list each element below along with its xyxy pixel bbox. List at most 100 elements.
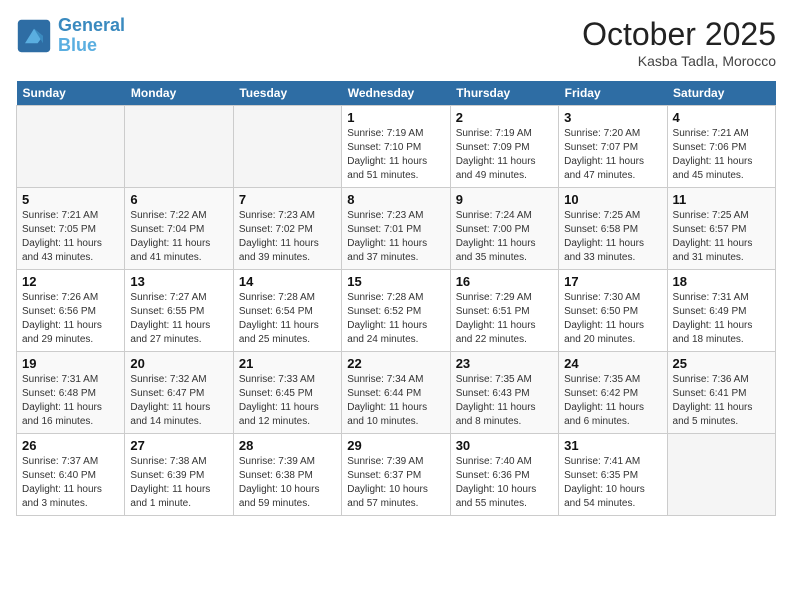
calendar-cell: 16 Sunrise: 7:29 AMSunset: 6:51 PMDayligh… xyxy=(450,270,558,352)
day-number: 13 xyxy=(130,274,227,289)
day-info: Sunrise: 7:29 AMSunset: 6:51 PMDaylight:… xyxy=(456,291,553,347)
calendar-cell xyxy=(125,106,233,188)
day-info: Sunrise: 7:19 AMSunset: 7:10 PMDaylight:… xyxy=(347,127,444,183)
calendar-cell: 1 Sunrise: 7:19 AMSunset: 7:10 PMDaylight… xyxy=(342,106,450,188)
calendar-cell: 31 Sunrise: 7:41 AMSunset: 6:35 PMDayligh… xyxy=(559,434,667,516)
calendar-cell: 26Sunrise: 7:37 AMSunset: 6:40 PMDayligh… xyxy=(17,434,125,516)
calendar-cell: 13 Sunrise: 7:27 AMSunset: 6:55 PMDayligh… xyxy=(125,270,233,352)
day-number: 31 xyxy=(564,438,661,453)
calendar-cell: 23 Sunrise: 7:35 AMSunset: 6:43 PMDayligh… xyxy=(450,352,558,434)
week-row-5: 26Sunrise: 7:37 AMSunset: 6:40 PMDayligh… xyxy=(17,434,776,516)
calendar-cell: 19Sunrise: 7:31 AMSunset: 6:48 PMDayligh… xyxy=(17,352,125,434)
day-number: 1 xyxy=(347,110,444,125)
day-info: Sunrise: 7:31 AMSunset: 6:49 PMDaylight:… xyxy=(673,291,770,347)
day-number: 27 xyxy=(130,438,227,453)
day-number: 20 xyxy=(130,356,227,371)
day-number: 21 xyxy=(239,356,336,371)
day-number: 5 xyxy=(22,192,119,207)
day-info: Sunrise: 7:35 AMSunset: 6:42 PMDaylight:… xyxy=(564,373,661,429)
day-info: Sunrise: 7:41 AMSunset: 6:35 PMDaylight:… xyxy=(564,455,661,511)
day-info: Sunrise: 7:36 AMSunset: 6:41 PMDaylight:… xyxy=(673,373,770,429)
calendar-cell xyxy=(233,106,341,188)
calendar-cell: 29 Sunrise: 7:39 AMSunset: 6:37 PMDayligh… xyxy=(342,434,450,516)
week-row-3: 12 Sunrise: 7:26 AMSunset: 6:56 PMDayligh… xyxy=(17,270,776,352)
calendar-cell: 14 Sunrise: 7:28 AMSunset: 6:54 PMDayligh… xyxy=(233,270,341,352)
day-number: 18 xyxy=(673,274,770,289)
day-number: 24 xyxy=(564,356,661,371)
day-header-monday: Monday xyxy=(125,81,233,106)
day-info: Sunrise: 7:39 AMSunset: 6:38 PMDaylight:… xyxy=(239,455,336,511)
day-number: 22 xyxy=(347,356,444,371)
day-info: Sunrise: 7:30 AMSunset: 6:50 PMDaylight:… xyxy=(564,291,661,347)
day-header-sunday: Sunday xyxy=(17,81,125,106)
day-number: 10 xyxy=(564,192,661,207)
calendar-cell: 25 Sunrise: 7:36 AMSunset: 6:41 PMDayligh… xyxy=(667,352,775,434)
calendar-cell: 22 Sunrise: 7:34 AMSunset: 6:44 PMDayligh… xyxy=(342,352,450,434)
calendar-cell: 15Sunrise: 7:28 AMSunset: 6:52 PMDayligh… xyxy=(342,270,450,352)
day-number: 16 xyxy=(456,274,553,289)
day-info: Sunrise: 7:26 AMSunset: 6:56 PMDaylight:… xyxy=(22,291,119,347)
day-number: 17 xyxy=(564,274,661,289)
day-info: Sunrise: 7:25 AMSunset: 6:57 PMDaylight:… xyxy=(673,209,770,265)
calendar-cell: 11 Sunrise: 7:25 AMSunset: 6:57 PMDayligh… xyxy=(667,188,775,270)
day-info: Sunrise: 7:33 AMSunset: 6:45 PMDaylight:… xyxy=(239,373,336,429)
calendar-cell: 18 Sunrise: 7:31 AMSunset: 6:49 PMDayligh… xyxy=(667,270,775,352)
calendar-cell: 28 Sunrise: 7:39 AMSunset: 6:38 PMDayligh… xyxy=(233,434,341,516)
day-number: 12 xyxy=(22,274,119,289)
calendar-cell: 17 Sunrise: 7:30 AMSunset: 6:50 PMDayligh… xyxy=(559,270,667,352)
calendar-cell: 6 Sunrise: 7:22 AMSunset: 7:04 PMDaylight… xyxy=(125,188,233,270)
day-header-wednesday: Wednesday xyxy=(342,81,450,106)
day-number: 26 xyxy=(22,438,119,453)
day-number: 7 xyxy=(239,192,336,207)
calendar-cell: 8Sunrise: 7:23 AMSunset: 7:01 PMDaylight… xyxy=(342,188,450,270)
day-header-saturday: Saturday xyxy=(667,81,775,106)
logo-text: General Blue xyxy=(58,16,125,56)
title-block: October 2025 Kasba Tadla, Morocco xyxy=(582,16,776,69)
day-number: 30 xyxy=(456,438,553,453)
logo-icon xyxy=(16,18,52,54)
day-header-friday: Friday xyxy=(559,81,667,106)
day-info: Sunrise: 7:27 AMSunset: 6:55 PMDaylight:… xyxy=(130,291,227,347)
calendar-cell: 21 Sunrise: 7:33 AMSunset: 6:45 PMDayligh… xyxy=(233,352,341,434)
page-header: General Blue October 2025 Kasba Tadla, M… xyxy=(16,16,776,69)
day-number: 23 xyxy=(456,356,553,371)
logo: General Blue xyxy=(16,16,125,56)
day-info: Sunrise: 7:34 AMSunset: 6:44 PMDaylight:… xyxy=(347,373,444,429)
day-info: Sunrise: 7:22 AMSunset: 7:04 PMDaylight:… xyxy=(130,209,227,265)
calendar-cell: 9Sunrise: 7:24 AMSunset: 7:00 PMDaylight… xyxy=(450,188,558,270)
calendar-cell: 24 Sunrise: 7:35 AMSunset: 6:42 PMDayligh… xyxy=(559,352,667,434)
day-number: 11 xyxy=(673,192,770,207)
calendar-cell: 27Sunrise: 7:38 AMSunset: 6:39 PMDayligh… xyxy=(125,434,233,516)
week-row-4: 19Sunrise: 7:31 AMSunset: 6:48 PMDayligh… xyxy=(17,352,776,434)
day-number: 4 xyxy=(673,110,770,125)
day-number: 29 xyxy=(347,438,444,453)
day-number: 28 xyxy=(239,438,336,453)
day-info: Sunrise: 7:35 AMSunset: 6:43 PMDaylight:… xyxy=(456,373,553,429)
calendar-cell: 5Sunrise: 7:21 AMSunset: 7:05 PMDaylight… xyxy=(17,188,125,270)
week-row-2: 5Sunrise: 7:21 AMSunset: 7:05 PMDaylight… xyxy=(17,188,776,270)
day-number: 25 xyxy=(673,356,770,371)
calendar-cell xyxy=(667,434,775,516)
day-info: Sunrise: 7:25 AMSunset: 6:58 PMDaylight:… xyxy=(564,209,661,265)
month-title: October 2025 xyxy=(582,16,776,53)
calendar-cell: 12 Sunrise: 7:26 AMSunset: 6:56 PMDayligh… xyxy=(17,270,125,352)
week-row-1: 1 Sunrise: 7:19 AMSunset: 7:10 PMDaylight… xyxy=(17,106,776,188)
day-header-thursday: Thursday xyxy=(450,81,558,106)
day-number: 6 xyxy=(130,192,227,207)
calendar-cell: 3 Sunrise: 7:20 AMSunset: 7:07 PMDaylight… xyxy=(559,106,667,188)
calendar-table: SundayMondayTuesdayWednesdayThursdayFrid… xyxy=(16,81,776,516)
day-number: 3 xyxy=(564,110,661,125)
day-info: Sunrise: 7:19 AMSunset: 7:09 PMDaylight:… xyxy=(456,127,553,183)
day-info: Sunrise: 7:28 AMSunset: 6:54 PMDaylight:… xyxy=(239,291,336,347)
day-number: 14 xyxy=(239,274,336,289)
header-row: SundayMondayTuesdayWednesdayThursdayFrid… xyxy=(17,81,776,106)
day-info: Sunrise: 7:39 AMSunset: 6:37 PMDaylight:… xyxy=(347,455,444,511)
day-info: Sunrise: 7:20 AMSunset: 7:07 PMDaylight:… xyxy=(564,127,661,183)
calendar-cell: 10 Sunrise: 7:25 AMSunset: 6:58 PMDayligh… xyxy=(559,188,667,270)
day-info: Sunrise: 7:24 AMSunset: 7:00 PMDaylight:… xyxy=(456,209,553,265)
calendar-cell xyxy=(17,106,125,188)
location: Kasba Tadla, Morocco xyxy=(582,53,776,69)
day-number: 15 xyxy=(347,274,444,289)
day-header-tuesday: Tuesday xyxy=(233,81,341,106)
day-info: Sunrise: 7:21 AMSunset: 7:06 PMDaylight:… xyxy=(673,127,770,183)
